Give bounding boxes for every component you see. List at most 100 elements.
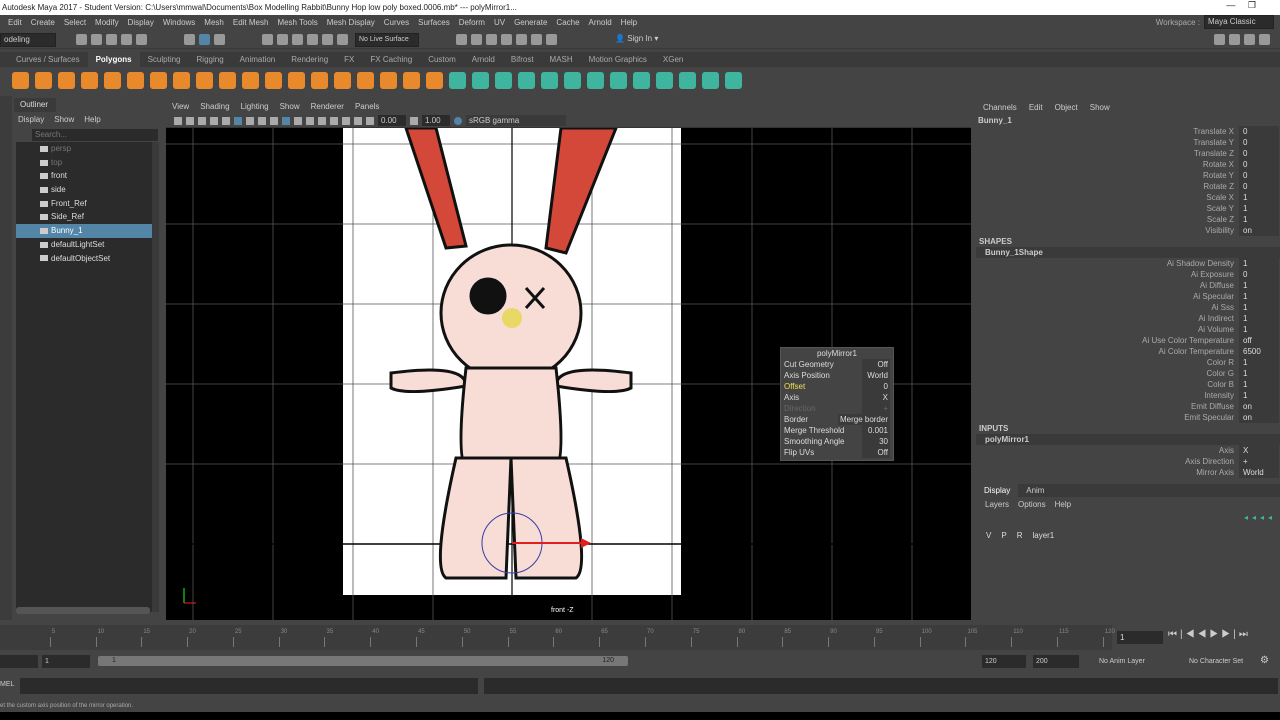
outliner-item[interactable]: Bunny_1 <box>16 224 154 238</box>
channel-value[interactable]: on <box>1239 412 1279 423</box>
current-frame-field[interactable]: 1 <box>1117 631 1163 644</box>
workspace-selector[interactable]: Workspace : Maya Classic <box>1156 15 1274 30</box>
channel-menu-channels[interactable]: Channels <box>983 103 1017 112</box>
popup-row[interactable]: Axis X <box>781 392 893 403</box>
shelf-tool-icon[interactable] <box>173 72 190 89</box>
channel-value[interactable]: 1 <box>1239 291 1279 302</box>
workspace-dropdown[interactable]: Maya Classic <box>1204 15 1274 29</box>
menu-deform[interactable]: Deform <box>459 15 485 30</box>
smooth-shade-icon[interactable] <box>294 116 302 125</box>
object-name[interactable]: Bunny_1 <box>976 115 1280 126</box>
shelf-tool-icon[interactable] <box>633 72 650 89</box>
input-name[interactable]: polyMirror1 <box>976 434 1280 445</box>
xray-icon[interactable] <box>354 116 362 125</box>
outliner-menu-help[interactable]: Help <box>84 115 100 124</box>
viewport-menu-panels[interactable]: Panels <box>355 100 379 114</box>
channel-value[interactable]: off <box>1239 335 1279 346</box>
channel-row[interactable]: Scale X1 <box>976 192 1280 203</box>
viewport-menu-renderer[interactable]: Renderer <box>311 100 344 114</box>
popup-row[interactable]: Axis Position World <box>781 370 893 381</box>
channel-label[interactable]: Ai Exposure <box>1191 269 1239 280</box>
menu-generate[interactable]: Generate <box>514 15 547 30</box>
popup-row-value[interactable]: Off <box>862 359 890 370</box>
channel-menu-show[interactable]: Show <box>1090 103 1110 112</box>
outliner-tab[interactable]: Outliner <box>14 98 56 112</box>
channel-label[interactable]: Ai Volume <box>1198 324 1239 335</box>
bookmark-icon[interactable] <box>198 116 206 125</box>
shelf-tool-icon[interactable] <box>518 72 535 89</box>
menu-create[interactable]: Create <box>31 15 55 30</box>
channel-row[interactable]: Ai Specular 1 <box>976 291 1280 302</box>
menu-cache[interactable]: Cache <box>556 15 579 30</box>
channel-label[interactable]: Scale Z <box>1207 214 1239 225</box>
shape-name[interactable]: Bunny_1Shape <box>976 247 1280 258</box>
shelf-tool-icon[interactable] <box>702 72 719 89</box>
shelf-tool-icon[interactable] <box>334 72 351 89</box>
shelf-tool-icon[interactable] <box>127 72 144 89</box>
channel-row[interactable]: Rotate Z0 <box>976 181 1280 192</box>
channel-value[interactable]: 0 <box>1239 170 1279 181</box>
camera-attrs-icon[interactable] <box>186 116 194 125</box>
channel-row[interactable]: Ai Shadow Density 1 <box>976 258 1280 269</box>
live-surface-icon[interactable] <box>337 34 348 45</box>
channel-label[interactable]: Ai Shadow Density <box>1167 258 1239 269</box>
isolate-select-icon[interactable] <box>342 116 350 125</box>
select-component-icon[interactable] <box>214 34 225 45</box>
outliner-item[interactable]: Front_Ref <box>16 197 154 211</box>
shelf-tool-icon[interactable] <box>426 72 443 89</box>
menu-select[interactable]: Select <box>64 15 86 30</box>
channel-value[interactable]: 1 <box>1239 258 1279 269</box>
snap-point-icon[interactable] <box>292 34 303 45</box>
channel-box-icon[interactable] <box>1259 34 1270 45</box>
menu-help[interactable]: Help <box>621 15 637 30</box>
shelf-tool-icon[interactable] <box>564 72 581 89</box>
channel-value[interactable]: 1 <box>1239 357 1279 368</box>
undo-icon[interactable] <box>121 34 132 45</box>
film-gate-icon[interactable] <box>246 116 254 125</box>
shelf-tool-icon[interactable] <box>265 72 282 89</box>
channel-value[interactable]: 1 <box>1239 313 1279 324</box>
tab-anim[interactable]: Anim <box>1018 484 1052 497</box>
channel-row[interactable]: Emit Specular on <box>976 412 1280 423</box>
shelf-tab-rigging[interactable]: Rigging <box>189 52 232 67</box>
channel-value[interactable]: 1 <box>1239 379 1279 390</box>
shelf-tool-icon[interactable] <box>587 72 604 89</box>
shelf-tab-motion-graphics[interactable]: Motion Graphics <box>581 52 655 67</box>
menu-modify[interactable]: Modify <box>95 15 119 30</box>
lights-icon[interactable] <box>318 116 326 125</box>
shelf-tool-icon[interactable] <box>541 72 558 89</box>
shelf-tab-xgen[interactable]: XGen <box>655 52 691 67</box>
save-scene-icon[interactable] <box>106 34 117 45</box>
outliner-scrollbar[interactable] <box>152 142 159 612</box>
popup-row-value[interactable]: World <box>862 370 890 381</box>
shelf-tab-sculpting[interactable]: Sculpting <box>140 52 189 67</box>
shelf-tool-icon[interactable] <box>288 72 305 89</box>
wireframe-on-shaded-icon[interactable] <box>282 116 290 125</box>
preferences-icon[interactable]: ⚙ <box>1260 655 1269 666</box>
channel-label[interactable]: Ai Color Temperature <box>1159 346 1239 357</box>
channel-row[interactable]: Scale Z1 <box>976 214 1280 225</box>
popup-row[interactable]: Smoothing Angle 30 <box>781 436 893 447</box>
viewport-menu-show[interactable]: Show <box>280 100 300 114</box>
channel-row[interactable]: Translate Y0 <box>976 137 1280 148</box>
shelf-tool-icon[interactable] <box>380 72 397 89</box>
shelf-tool-icon[interactable] <box>357 72 374 89</box>
channel-row[interactable]: Intensity 1 <box>976 390 1280 401</box>
channel-value[interactable]: 1 <box>1239 368 1279 379</box>
snap-curve-icon[interactable] <box>277 34 288 45</box>
channel-value[interactable]: 1 <box>1239 192 1279 203</box>
channel-row[interactable]: Rotate Y0 <box>976 170 1280 181</box>
channel-row[interactable]: Ai Indirect 1 <box>976 313 1280 324</box>
shelf-tool-icon[interactable] <box>472 72 489 89</box>
channel-value[interactable]: 0 <box>1239 148 1279 159</box>
outliner-item[interactable]: side <box>16 183 154 197</box>
popup-row-value[interactable]: 0 <box>862 381 890 392</box>
channel-value[interactable]: World <box>1239 467 1279 478</box>
safe-action-icon[interactable] <box>270 116 278 125</box>
outliner-item[interactable]: top <box>16 156 154 170</box>
channel-menu-object[interactable]: Object <box>1055 103 1078 112</box>
select-object-icon[interactable] <box>199 34 210 45</box>
textured-icon[interactable] <box>306 116 314 125</box>
snap-view-icon[interactable] <box>307 34 318 45</box>
scene-start-field[interactable] <box>0 655 38 668</box>
